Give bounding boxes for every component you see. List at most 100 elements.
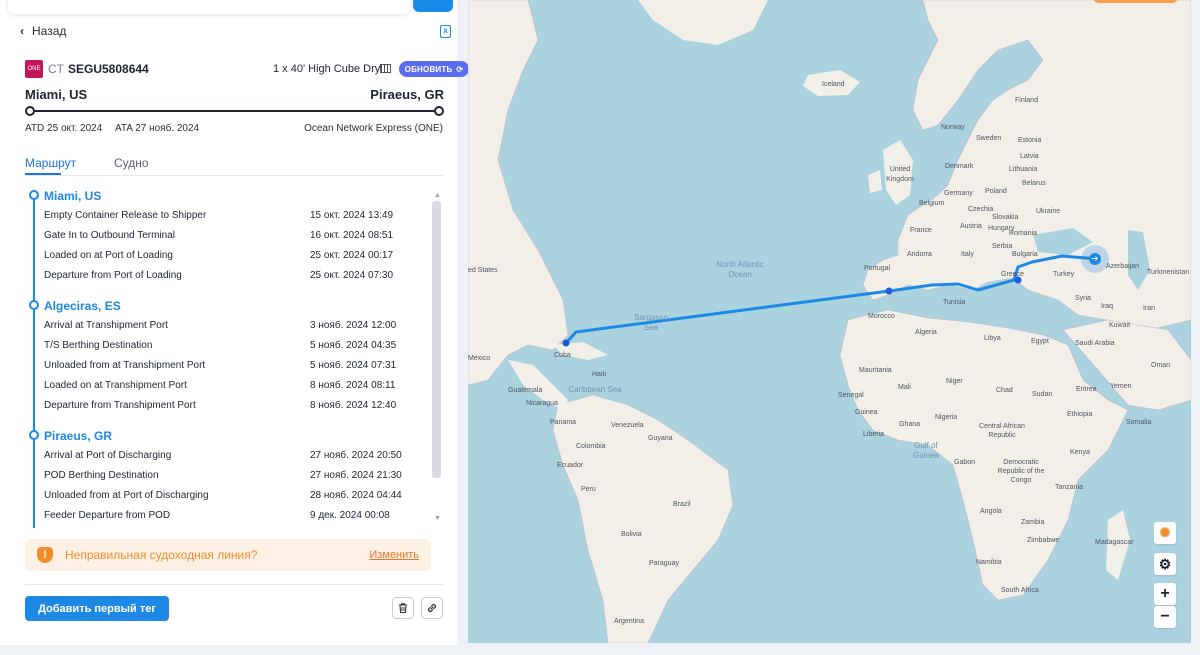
scroll-down-arrow-icon[interactable]: ▼ xyxy=(434,515,441,522)
map-label: Azerbaijan xyxy=(1106,263,1140,270)
search-input[interactable] xyxy=(8,0,410,14)
map-label: Iceland xyxy=(822,81,845,88)
event-name: Departure from Transhipment Port xyxy=(44,400,196,411)
delete-button[interactable] xyxy=(392,597,414,619)
tab-route[interactable]: Маршрут xyxy=(25,156,76,170)
map-label: Zambia xyxy=(1021,519,1045,526)
top-action-button[interactable] xyxy=(1093,0,1178,3)
shipment-panel: ‹ Назад x ONE CT SEGU5808644 1 x 40' Hig… xyxy=(0,0,469,645)
event-date: 8 нояб. 2024 12:40 xyxy=(310,400,397,411)
map-label: Panama xyxy=(550,419,577,426)
event-name: Arrival at Transhipment Port xyxy=(44,320,168,331)
map-settings-button[interactable]: ⚙ xyxy=(1154,553,1176,575)
scroll-up-arrow-icon[interactable]: ▲ xyxy=(434,192,441,199)
sea-label: Sargasso Sea xyxy=(634,313,668,332)
search-button[interactable] xyxy=(413,0,453,12)
map-label: Andorra xyxy=(907,251,932,258)
event-date: 27 нояб. 2024 21:30 xyxy=(310,470,402,481)
zoom-in-button[interactable]: + xyxy=(1154,583,1176,605)
timeline-line xyxy=(33,195,35,528)
event-date: 5 нояб. 2024 04:35 xyxy=(310,340,397,351)
map-label: Belarus xyxy=(1022,180,1046,187)
event-date: 16 окт. 2024 08:51 xyxy=(310,230,394,241)
map-label: Saudi Arabia xyxy=(1075,340,1115,347)
map-label: Haiti xyxy=(592,371,607,378)
event-name: Departure from Port of Loading xyxy=(44,270,182,281)
map-label: Paraguay xyxy=(649,560,679,567)
event-name: Empty Container Release to Shipper xyxy=(44,210,207,221)
event-date: 25 окт. 2024 00:17 xyxy=(310,250,394,261)
panel-divider xyxy=(25,584,443,585)
map-label: Somalia xyxy=(1126,419,1152,426)
tab-vessel[interactable]: Судно xyxy=(114,156,149,170)
refresh-button[interactable]: ОБНОВИТЬ ⟳ xyxy=(399,61,469,77)
map-label: Denmark xyxy=(945,163,974,170)
map-label: Zimbabwe xyxy=(1027,537,1060,544)
map-label: Ghana xyxy=(899,421,921,428)
chevron-left-icon: ‹ xyxy=(20,24,24,38)
map-label: Latvia xyxy=(1020,153,1039,160)
map-label: Liberia xyxy=(863,431,885,438)
map-label: Madagascar xyxy=(1095,539,1134,546)
stop-title: Algeciras, ES xyxy=(44,299,121,313)
map-label: Democratic Republic of the Congo xyxy=(997,459,1045,484)
timeline-scrollbar[interactable] xyxy=(432,201,441,478)
excel-export-icon[interactable]: x xyxy=(440,25,451,38)
map-label: Serbia xyxy=(992,243,1013,250)
back-label: Назад xyxy=(32,24,67,38)
vessel-position-marker[interactable]: ➔ xyxy=(1081,245,1109,273)
stop-dot xyxy=(29,300,39,310)
map-label: Turkey xyxy=(1053,271,1075,278)
map-label: Turkmenistan xyxy=(1147,269,1190,276)
map-canvas xyxy=(468,0,1191,643)
map-label: Kenya xyxy=(1070,449,1090,456)
container-icon xyxy=(380,64,391,73)
map-label: Brazil xyxy=(673,501,691,508)
map-label: Ecuador xyxy=(557,462,584,469)
event-name: POD Berthing Destination xyxy=(44,470,159,481)
map-label: Gabon xyxy=(954,459,976,466)
zoom-out-button[interactable]: − xyxy=(1154,606,1176,628)
share-link-button[interactable] xyxy=(421,597,443,619)
route-map[interactable]: Iceland Finland Norway Sweden Estonia La… xyxy=(468,0,1191,643)
event-name: Unloaded from at Port of Discharging xyxy=(44,490,209,501)
map-label: Libya xyxy=(984,335,1001,342)
event-name: Loaded on at Transhipment Port xyxy=(44,380,187,391)
map-label: Ukraine xyxy=(1036,208,1061,215)
map-label: Norway xyxy=(941,124,965,131)
sea-label: Caribbean Sea xyxy=(568,385,622,394)
bug-icon: ✺ xyxy=(1159,525,1171,540)
map-label: Guinea xyxy=(855,409,878,416)
event-date: 9 дек. 2024 00:08 xyxy=(310,510,390,521)
map-label: Tunisia xyxy=(943,299,966,306)
shipment-header: ONE CT SEGU5808644 1 x 40' High Cube Dry… xyxy=(25,60,469,78)
map-label: Mauritania xyxy=(859,367,892,374)
wrong-line-warning: ! Неправильная судоходная линия? Изменит… xyxy=(25,539,431,571)
map-label: Senegal xyxy=(838,392,864,399)
event-date: 3 нояб. 2024 12:00 xyxy=(310,320,397,331)
map-label: Algeria xyxy=(915,329,937,336)
map-label: Finland xyxy=(1015,97,1038,104)
back-button[interactable]: ‹ Назад xyxy=(20,24,66,38)
map-label: Bolivia xyxy=(621,531,642,538)
sea-label: North Atlantic Ocean xyxy=(716,260,764,279)
port-of-discharge: Piraeus, GR xyxy=(370,87,444,102)
map-label: Mexico xyxy=(468,355,491,362)
stop-dot xyxy=(29,190,39,200)
event-name: Unloaded from at Transhipment Port xyxy=(44,360,206,371)
map-label: Poland xyxy=(985,188,1007,195)
map-label: France xyxy=(910,227,932,234)
map-label: Iran xyxy=(1143,305,1156,312)
map-label: Guatemala xyxy=(508,387,543,394)
add-tag-button[interactable]: Добавить первый тег xyxy=(25,596,169,621)
map-label: Greece xyxy=(1001,271,1024,278)
bug-report-button[interactable]: ✺ xyxy=(1154,522,1176,544)
map-label: Tanzania xyxy=(1055,484,1084,491)
stop-dot xyxy=(29,430,39,440)
change-line-link[interactable]: Изменить xyxy=(369,549,419,561)
refresh-label: ОБНОВИТЬ xyxy=(404,64,453,74)
map-label: Chad xyxy=(996,387,1013,394)
map-label: Kuwait xyxy=(1109,322,1131,329)
map-label: South Africa xyxy=(1001,587,1039,594)
map-label: Slovakia xyxy=(992,214,1019,221)
